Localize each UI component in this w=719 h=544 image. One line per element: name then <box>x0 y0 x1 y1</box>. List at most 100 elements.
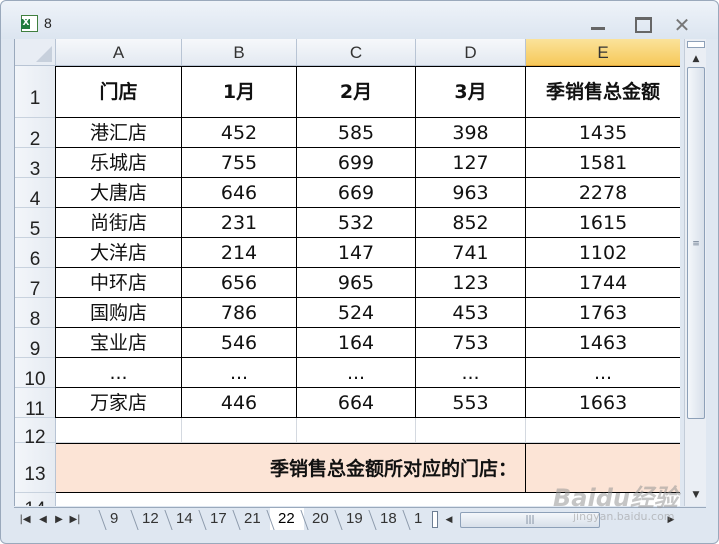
row-header-5[interactable]: 5 <box>15 208 56 240</box>
table-cell[interactable] <box>56 418 182 443</box>
column-header-b[interactable]: B <box>182 39 297 66</box>
minimize-icon[interactable] <box>584 15 612 35</box>
table-cell[interactable]: 669 <box>297 178 416 208</box>
header-cell[interactable]: 3月 <box>416 66 526 118</box>
table-cell[interactable]: 214 <box>182 238 297 268</box>
row-header-1[interactable]: 1 <box>15 66 56 118</box>
vertical-scroll-thumb[interactable]: ≡ <box>687 67 705 419</box>
table-cell[interactable]: 1581 <box>526 148 680 178</box>
table-cell[interactable]: 741 <box>416 238 526 268</box>
sheet-tab-19[interactable]: 19 <box>338 508 372 530</box>
table-cell[interactable]: ... <box>56 358 182 388</box>
table-cell[interactable]: 852 <box>416 208 526 238</box>
table-cell[interactable]: 753 <box>416 328 526 358</box>
row-header-9[interactable]: 9 <box>15 328 56 360</box>
row-header-7[interactable]: 7 <box>15 268 56 300</box>
table-cell[interactable]: 大洋店 <box>56 238 182 268</box>
row-header-11[interactable]: 11 <box>15 388 56 420</box>
table-cell[interactable]: 2278 <box>526 178 680 208</box>
row-header-14[interactable]: 14 <box>15 493 56 506</box>
sheet-tab-9[interactable]: 9 <box>102 508 134 530</box>
next-sheet-icon[interactable]: ▶ <box>52 512 66 528</box>
table-cell[interactable]: ... <box>416 358 526 388</box>
table-cell[interactable]: 尚街店 <box>56 208 182 238</box>
table-cell[interactable]: 656 <box>182 268 297 298</box>
table-cell[interactable]: 乐城店 <box>56 148 182 178</box>
table-cell[interactable]: 164 <box>297 328 416 358</box>
row-header-8[interactable]: 8 <box>15 298 56 330</box>
table-cell[interactable]: 524 <box>297 298 416 328</box>
table-cell[interactable]: 965 <box>297 268 416 298</box>
maximize-icon[interactable] <box>628 15 656 35</box>
table-cell[interactable]: 1763 <box>526 298 680 328</box>
header-cell[interactable]: 2月 <box>297 66 416 118</box>
sheet-tab-14[interactable]: 14 <box>168 508 202 530</box>
column-header-d[interactable]: D <box>416 39 526 66</box>
row-header-4[interactable]: 4 <box>15 178 56 210</box>
row-header-2[interactable]: 2 <box>15 118 56 150</box>
split-box[interactable] <box>687 41 705 48</box>
table-cell[interactable]: 546 <box>182 328 297 358</box>
table-cell[interactable]: 1102 <box>526 238 680 268</box>
table-cell[interactable]: 大唐店 <box>56 178 182 208</box>
row-header-12[interactable]: 12 <box>15 418 56 448</box>
table-cell[interactable]: 786 <box>182 298 297 328</box>
table-cell[interactable]: ... <box>526 358 680 388</box>
vertical-scrollbar[interactable]: ▲ ≡ ▼ <box>684 39 706 506</box>
header-cell[interactable]: 季销售总金额 <box>526 66 680 118</box>
table-cell[interactable]: 中环店 <box>56 268 182 298</box>
row-header-13[interactable]: 13 <box>15 443 56 493</box>
table-cell[interactable] <box>416 418 526 443</box>
table-cell[interactable]: 963 <box>416 178 526 208</box>
table-cell[interactable]: 147 <box>297 238 416 268</box>
table-cell[interactable]: 532 <box>297 208 416 238</box>
first-sheet-icon[interactable]: |◀ <box>18 512 32 528</box>
column-header-a[interactable]: A <box>56 39 182 66</box>
table-cell[interactable]: 453 <box>416 298 526 328</box>
table-cell[interactable]: 1435 <box>526 118 680 148</box>
header-cell[interactable]: 门店 <box>56 66 182 118</box>
table-cell[interactable]: 446 <box>182 388 297 418</box>
row-header-10[interactable]: 10 <box>15 358 56 390</box>
table-cell[interactable]: 万家店 <box>56 388 182 418</box>
tab-split-handle[interactable] <box>432 511 438 528</box>
table-cell[interactable]: 1663 <box>526 388 680 418</box>
table-cell[interactable]: 699 <box>297 148 416 178</box>
table-cell[interactable]: 646 <box>182 178 297 208</box>
scroll-left-icon[interactable]: ◀ <box>442 512 456 528</box>
table-cell[interactable]: ... <box>182 358 297 388</box>
table-cell[interactable]: ... <box>297 358 416 388</box>
table-cell[interactable]: 127 <box>416 148 526 178</box>
row-header-6[interactable]: 6 <box>15 238 56 270</box>
select-all-corner[interactable] <box>15 39 56 66</box>
table-cell[interactable]: 231 <box>182 208 297 238</box>
table-cell[interactable] <box>182 418 297 443</box>
row-header-3[interactable]: 3 <box>15 148 56 180</box>
sheet-tab-1[interactable]: 1 <box>406 508 426 530</box>
table-cell[interactable]: 1463 <box>526 328 680 358</box>
table-cell[interactable]: 123 <box>416 268 526 298</box>
table-cell[interactable] <box>297 418 416 443</box>
table-cell[interactable]: 1744 <box>526 268 680 298</box>
sheet-tab-18[interactable]: 18 <box>372 508 406 530</box>
header-cell[interactable]: 1月 <box>182 66 297 118</box>
prev-sheet-icon[interactable]: ◀ <box>36 512 50 528</box>
table-cell[interactable]: 664 <box>297 388 416 418</box>
table-cell[interactable]: 452 <box>182 118 297 148</box>
table-cell[interactable]: 宝业店 <box>56 328 182 358</box>
spreadsheet-grid[interactable]: A B C D E 1 门店 1月 2月 3月 季销售总金额 2 港汇店 452 585 398 1435 3 乐城… <box>14 39 680 506</box>
sheet-tab-22[interactable]: 22 <box>270 508 304 530</box>
result-label-cell[interactable]: 季销售总金额所对应的门店： <box>56 443 526 493</box>
table-cell[interactable]: 398 <box>416 118 526 148</box>
table-cell[interactable]: 755 <box>182 148 297 178</box>
sheet-tab-12[interactable]: 12 <box>134 508 168 530</box>
table-cell[interactable] <box>526 418 680 443</box>
table-cell[interactable]: 585 <box>297 118 416 148</box>
column-header-e[interactable]: E <box>526 39 680 66</box>
table-cell[interactable]: 553 <box>416 388 526 418</box>
column-header-c[interactable]: C <box>297 39 416 66</box>
sheet-tab-17[interactable]: 17 <box>202 508 236 530</box>
table-cell[interactable]: 国购店 <box>56 298 182 328</box>
scroll-up-icon[interactable]: ▲ <box>687 51 705 67</box>
table-cell[interactable]: 港汇店 <box>56 118 182 148</box>
